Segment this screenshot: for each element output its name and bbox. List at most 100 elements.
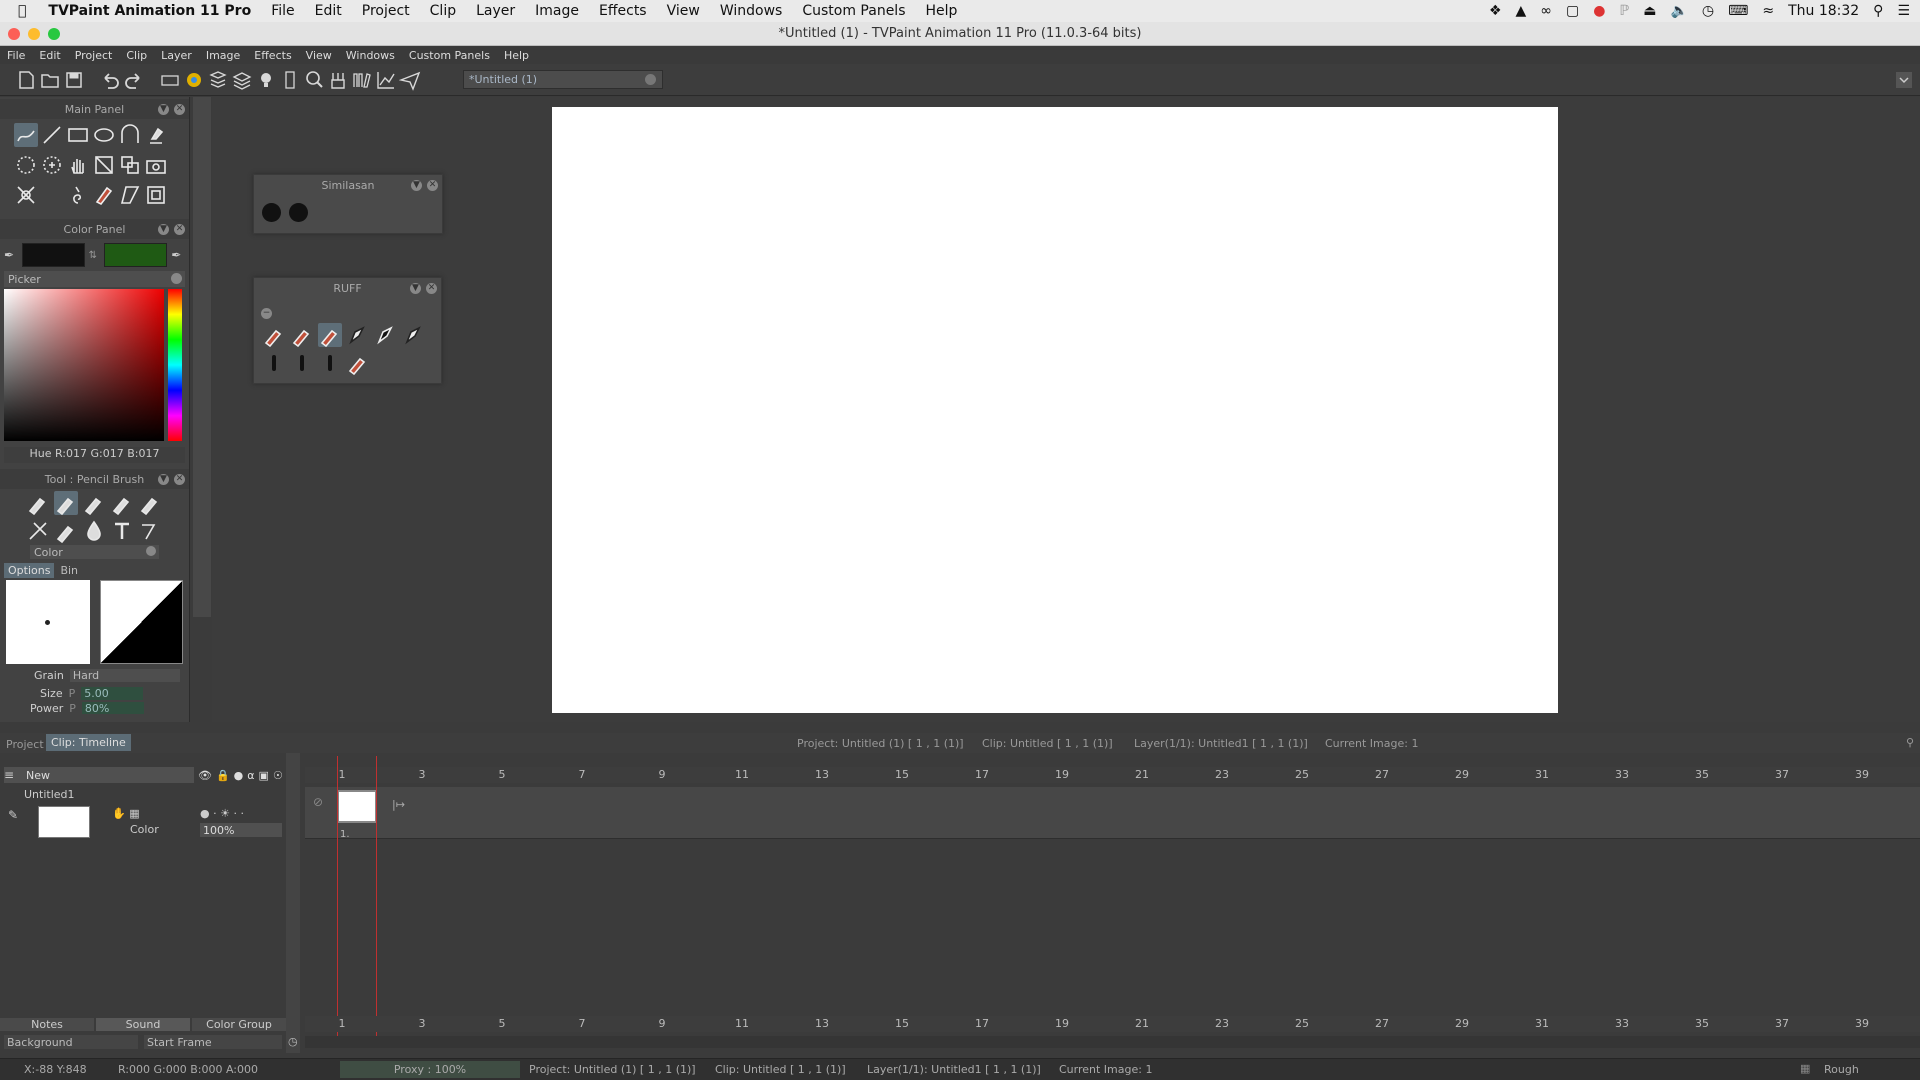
ruler-frame-number[interactable]: 3 [419, 1017, 426, 1030]
camera-tool-icon[interactable] [144, 153, 168, 177]
ruler-frame-number[interactable]: 3 [419, 768, 426, 781]
current-frame-marker[interactable] [337, 756, 377, 1036]
menu-windows[interactable]: Windows [339, 49, 402, 62]
frame-ruler-bottom[interactable]: 1 3 5 7 9 11 13 15 17 19 21 23 25 27 29 31 33 35 37 39 [305, 1016, 1920, 1032]
apple-icon[interactable]:  [0, 3, 38, 19]
mac-menu-effects[interactable]: Effects [589, 3, 657, 19]
ruler-frame-number[interactable]: 25 [1295, 1017, 1309, 1030]
ruler-frame-number[interactable]: 25 [1295, 768, 1309, 781]
keyboard-icon[interactable] [159, 69, 181, 91]
ruler-frame-number[interactable]: 15 [895, 768, 909, 781]
color-b-swatch[interactable] [104, 243, 168, 267]
timeline-scrollbar[interactable] [305, 1036, 1920, 1048]
mac-menu-image[interactable]: Image [525, 3, 589, 19]
ruler-frame-number[interactable]: 29 [1455, 1017, 1469, 1030]
airbrush-icon[interactable] [82, 491, 106, 515]
menu-custom-panels[interactable]: Custom Panels [402, 49, 497, 62]
size-pressure-flag[interactable]: P [69, 687, 76, 700]
undo-icon[interactable] [99, 69, 121, 91]
ruler-frame-number[interactable]: 35 [1695, 1017, 1709, 1030]
ruler-frame-number[interactable]: 5 [499, 768, 506, 781]
multi-tool-icon[interactable] [14, 183, 38, 207]
window-icon[interactable]: ▢ [1566, 3, 1579, 19]
spotlight-icon[interactable]: ⚲ [1873, 3, 1883, 19]
mac-menu-help[interactable]: Help [916, 3, 968, 19]
save-project-icon[interactable] [63, 69, 85, 91]
water-drop-icon[interactable] [82, 519, 106, 543]
pencil-preset-icon[interactable] [262, 323, 286, 347]
panel-close-icon[interactable]: ✕ [426, 283, 437, 294]
ruler-frame-number[interactable]: 23 [1215, 1017, 1229, 1030]
panel-menu-icon[interactable]: ▼ [411, 180, 422, 191]
ruler-frame-number[interactable]: 33 [1615, 768, 1629, 781]
menu-file[interactable]: File [0, 49, 32, 62]
eyedropper-b-icon[interactable]: ✒ [171, 248, 185, 262]
tool-panel-header[interactable]: Tool : Pencil Brush ▼ ✕ [0, 469, 189, 489]
panel-close-icon[interactable]: ✕ [174, 474, 185, 485]
ruler-frame-number[interactable]: 29 [1455, 768, 1469, 781]
ruler-frame-number[interactable]: 9 [659, 1017, 666, 1030]
layers-stack-icon[interactable]: ≡ [4, 768, 22, 782]
mac-menu-layer[interactable]: Layer [466, 3, 525, 19]
hue-slider[interactable] [168, 289, 182, 441]
color-wheel-icon[interactable] [183, 69, 205, 91]
ruler-frame-number[interactable]: 19 [1055, 1017, 1069, 1030]
warp-tool-icon[interactable] [118, 153, 142, 177]
layer-column-splitter[interactable] [286, 753, 300, 1053]
tab-notes[interactable]: Notes [0, 1017, 94, 1031]
menu-help[interactable]: Help [497, 49, 536, 62]
blend-brush-icon[interactable] [138, 519, 162, 543]
ruler-frame-number[interactable]: 9 [659, 768, 666, 781]
chevron-down-icon[interactable] [146, 546, 156, 556]
close-tab-icon[interactable] [645, 74, 656, 85]
ruler-frame-number[interactable]: 23 [1215, 768, 1229, 781]
layer-name[interactable]: Untitled1 [24, 788, 75, 801]
left-column-scrollbar[interactable] [193, 97, 211, 617]
drive-icon[interactable]: ▲ [1516, 3, 1527, 19]
color-a-swatch[interactable] [21, 243, 85, 267]
pan-hand-icon[interactable] [66, 153, 90, 177]
document-tab[interactable]: *Untitled (1) [463, 70, 663, 89]
ruler-frame-number[interactable]: 21 [1135, 1017, 1149, 1030]
panel-options-icon[interactable]: − [261, 308, 272, 319]
paint-brush-icon[interactable] [138, 491, 162, 515]
pencil-preset-icon[interactable] [318, 323, 342, 347]
color-mode-dropdown[interactable]: Picker [4, 271, 185, 287]
menu-effects[interactable]: Effects [247, 49, 298, 62]
ruler-frame-number[interactable]: 13 [815, 1017, 829, 1030]
layer-flags-icon[interactable]: ● · ☀ · · [200, 807, 244, 820]
panel-close-icon[interactable]: ✕ [174, 104, 185, 115]
panel-menu-icon[interactable]: ▼ [158, 104, 169, 115]
ruler-frame-number[interactable]: 5 [499, 1017, 506, 1030]
proxy-indicator[interactable]: Proxy : 100% [340, 1061, 520, 1078]
pencil-brush-icon[interactable] [54, 491, 78, 515]
ruler-frame-number[interactable]: 27 [1375, 1017, 1389, 1030]
input-source-icon[interactable]: ⌨ [1728, 3, 1748, 19]
tab-sound[interactable]: Sound [96, 1017, 190, 1031]
new-layer-dropdown[interactable]: New [22, 769, 172, 782]
ruler-frame-number[interactable]: 15 [895, 1017, 909, 1030]
mac-menu-project[interactable]: Project [352, 3, 420, 19]
brush-grip-icon[interactable] [327, 69, 349, 91]
redo-icon[interactable] [123, 69, 145, 91]
ellipse-tool-icon[interactable] [92, 123, 116, 147]
main-panel-header[interactable]: Main Panel ▼ ✕ [0, 99, 189, 119]
shape-tool-icon[interactable] [118, 183, 142, 207]
panel-menu-icon[interactable]: ▼ [410, 283, 421, 294]
eject-icon[interactable]: ⏏ [1643, 3, 1656, 19]
tool-mode-dropdown[interactable]: Color [30, 545, 159, 559]
chevron-down-icon[interactable] [171, 273, 182, 284]
extend-frame-icon[interactable]: |↦ [392, 798, 405, 811]
saturation-value-square[interactable] [4, 289, 164, 441]
layer-pencil-icon[interactable]: ✎ [8, 808, 18, 822]
no-image-icon[interactable]: ⊘ [313, 795, 323, 809]
eraser-fill-tool-icon[interactable] [144, 123, 168, 147]
ruler-frame-number[interactable]: 19 [1055, 768, 1069, 781]
special-brush-icon[interactable] [26, 519, 50, 543]
power-slider[interactable]: 80% [81, 702, 144, 714]
tab-bin[interactable]: Bin [56, 563, 82, 578]
send-icon[interactable] [399, 69, 421, 91]
ruler-frame-number[interactable]: 33 [1615, 1017, 1629, 1030]
smear-tool-icon[interactable] [92, 183, 116, 207]
mac-menu-clip[interactable]: Clip [420, 3, 466, 19]
